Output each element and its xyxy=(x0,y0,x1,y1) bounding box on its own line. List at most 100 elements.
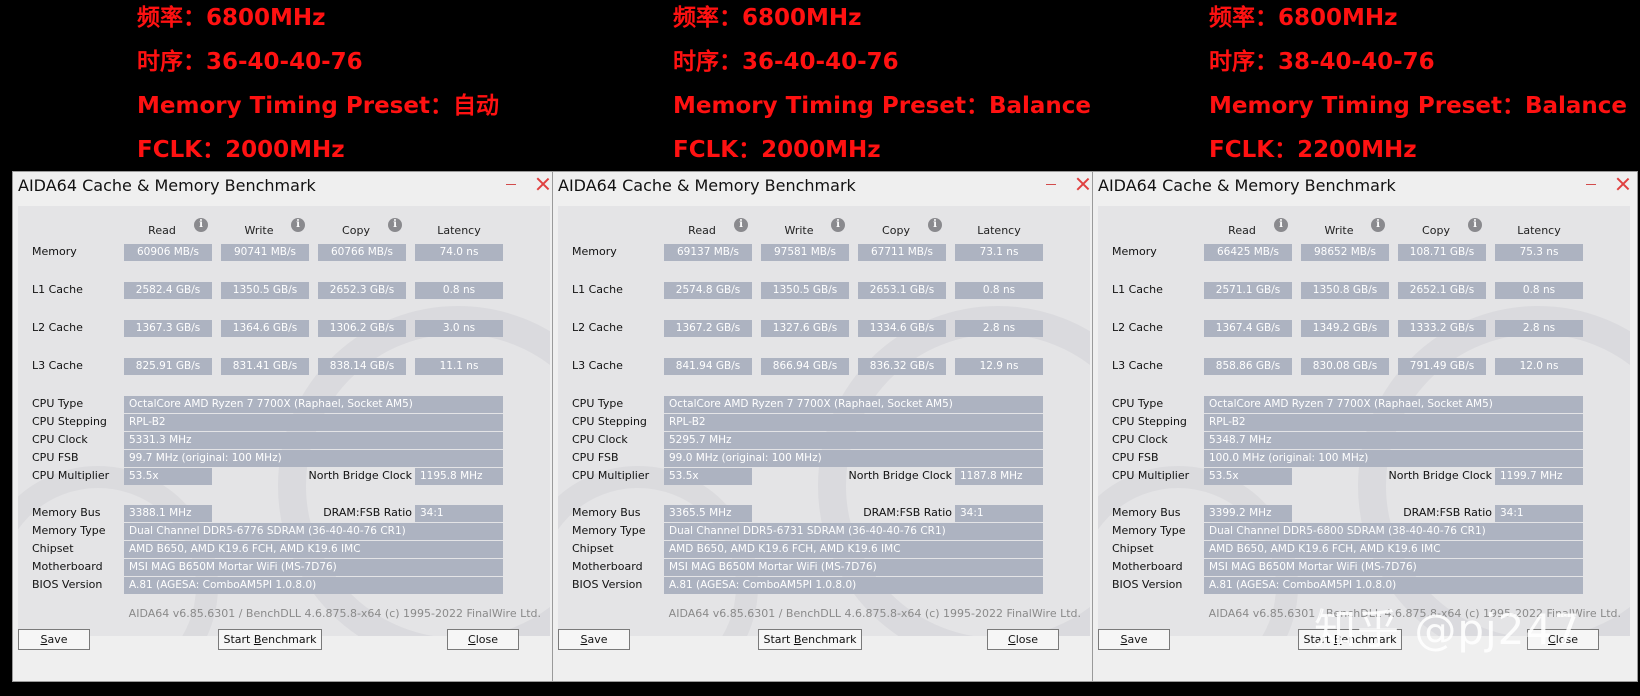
bios-version-label: BIOS Version xyxy=(1112,578,1183,591)
memory-type-label: Memory Type xyxy=(572,524,646,537)
close-window-button[interactable] xyxy=(1614,174,1632,194)
copy-column-header: Copy xyxy=(882,224,910,237)
north-bridge-clock-label: North Bridge Clock xyxy=(848,469,952,482)
l1-cache-copy-value: 2653.1 GB/s xyxy=(858,282,946,299)
timing-label: 时序：38-40-40-76 xyxy=(1209,49,1435,75)
l1-cache-copy-value: 2652.3 GB/s xyxy=(318,282,406,299)
save-button[interactable]: Save xyxy=(558,629,630,650)
l3-cache-latency-value: 12.9 ns xyxy=(955,358,1043,375)
cpu-fsb-value: 99.7 MHz (original: 100 MHz) xyxy=(124,450,503,467)
cpu-stepping-label: CPU Stepping xyxy=(1112,415,1187,428)
close-button[interactable]: Close xyxy=(447,629,519,650)
memory-write-value: 97581 MB/s xyxy=(761,244,849,261)
minimize-button[interactable] xyxy=(505,176,519,194)
l1-cache-label: L1 Cache xyxy=(572,283,623,296)
info-icon[interactable]: i xyxy=(1468,218,1482,232)
memory-copy-value: 108.71 GB/s xyxy=(1398,244,1486,261)
copy-column-header: Copy xyxy=(342,224,370,237)
info-icon[interactable]: i xyxy=(1371,218,1385,232)
l1-cache-label: L1 Cache xyxy=(32,283,83,296)
l3-cache-write-value: 830.08 GB/s xyxy=(1301,358,1389,375)
chipset-value: AMD B650, AMD K19.6 FCH, AMD K19.6 IMC xyxy=(124,541,503,558)
cpu-stepping-value: RPL-B2 xyxy=(1204,414,1583,431)
minimize-button[interactable] xyxy=(1045,176,1059,194)
close-button-label: lose xyxy=(1015,633,1038,646)
latency-column-header: Latency xyxy=(437,224,481,237)
copy-column-header: Copy xyxy=(1422,224,1450,237)
title-bar[interactable]: AIDA64 Cache & Memory Benchmark xyxy=(1093,172,1637,202)
cpu-stepping-value: RPL-B2 xyxy=(124,414,503,431)
bios-version-label: BIOS Version xyxy=(572,578,643,591)
close-window-button[interactable] xyxy=(534,174,552,194)
north-bridge-clock-value: 1195.8 MHz xyxy=(415,468,503,485)
l2-cache-read-value: 1367.4 GB/s xyxy=(1204,320,1292,337)
north-bridge-clock-value: 1199.7 MHz xyxy=(1495,468,1583,485)
chipset-label: Chipset xyxy=(1112,542,1154,555)
memory-bus-value: 3365.5 MHz xyxy=(664,505,752,522)
read-column-header: Read xyxy=(148,224,176,237)
bios-version-value: A.81 (AGESA: ComboAM5PI 1.0.8.0) xyxy=(664,577,1043,594)
minimize-button[interactable] xyxy=(1585,176,1599,194)
l1-cache-latency-value: 0.8 ns xyxy=(415,282,503,299)
fclk-label: FCLK：2200MHz xyxy=(1209,137,1417,163)
l2-cache-copy-value: 1306.2 GB/s xyxy=(318,320,406,337)
l1-cache-write-value: 1350.8 GB/s xyxy=(1301,282,1389,299)
info-icon[interactable]: i xyxy=(1274,218,1288,232)
cpu-fsb-label: CPU FSB xyxy=(572,451,619,464)
memory-bus-label: Memory Bus xyxy=(572,506,641,519)
frequency-label: 频率：6800MHz xyxy=(1209,5,1398,31)
info-icon[interactable]: i xyxy=(831,218,845,232)
info-icon[interactable]: i xyxy=(388,218,402,232)
memory-label: Memory xyxy=(32,245,77,258)
title-bar[interactable]: AIDA64 Cache & Memory Benchmark xyxy=(553,172,1097,202)
dram-fsb-ratio-value: 34:1 xyxy=(955,505,1043,522)
title-bar[interactable]: AIDA64 Cache & Memory Benchmark xyxy=(13,172,557,202)
l3-cache-read-value: 858.86 GB/s xyxy=(1204,358,1292,375)
l2-cache-label: L2 Cache xyxy=(572,321,623,334)
info-icon[interactable]: i xyxy=(734,218,748,232)
save-button[interactable]: Save xyxy=(1098,629,1170,650)
info-icon[interactable]: i xyxy=(194,218,208,232)
cpu-type-label: CPU Type xyxy=(32,397,84,410)
write-column-header: Write xyxy=(244,224,274,237)
close-button-label: lose xyxy=(475,633,498,646)
benchmark-window: AIDA64 Cache & Memory Benchmark Read i Writ… xyxy=(12,171,558,682)
cpu-multiplier-label: CPU Multiplier xyxy=(572,469,650,482)
l1-cache-read-value: 2582.4 GB/s xyxy=(124,282,212,299)
memory-bus-label: Memory Bus xyxy=(1112,506,1181,519)
dram-fsb-ratio-label: DRAM:FSB Ratio xyxy=(1403,506,1492,519)
memory-write-value: 90741 MB/s xyxy=(221,244,309,261)
save-button[interactable]: Save xyxy=(18,629,90,650)
memory-type-value: Dual Channel DDR5-6800 SDRAM (38-40-40-7… xyxy=(1204,523,1583,540)
l2-cache-latency-value: 3.0 ns xyxy=(415,320,503,337)
results-panel: Read i Write i Copy i Latency Memory 69137 MB/s 9… xyxy=(558,206,1090,636)
cpu-stepping-label: CPU Stepping xyxy=(32,415,107,428)
motherboard-label: Motherboard xyxy=(572,560,643,573)
config-header-1: 频率：6800MHz 时序：36-40-40-76 Memory Timing … xyxy=(137,0,657,168)
chipset-label: Chipset xyxy=(572,542,614,555)
cpu-fsb-value: 99.0 MHz (original: 100 MHz) xyxy=(664,450,1043,467)
start-benchmark-button[interactable]: Start Benchmark xyxy=(758,629,862,650)
start-benchmark-label: Start xyxy=(763,633,794,646)
l3-cache-label: L3 Cache xyxy=(32,359,83,372)
cpu-multiplier-value: 53.5x xyxy=(1204,468,1292,485)
l3-cache-write-value: 866.94 GB/s xyxy=(761,358,849,375)
info-icon[interactable]: i xyxy=(291,218,305,232)
close-window-button[interactable] xyxy=(1074,174,1092,194)
bios-version-value: A.81 (AGESA: ComboAM5PI 1.0.8.0) xyxy=(1204,577,1583,594)
motherboard-label: Motherboard xyxy=(1112,560,1183,573)
config-header-3: 频率：6800MHz 时序：38-40-40-76 Memory Timing … xyxy=(1209,0,1640,168)
timing-preset-label: Memory Timing Preset：Balance xyxy=(673,93,1092,119)
save-button-label: ave xyxy=(587,633,608,646)
bios-version-value: A.81 (AGESA: ComboAM5PI 1.0.8.0) xyxy=(124,577,503,594)
timing-preset-label: Memory Timing Preset：Balance xyxy=(1209,93,1628,119)
start-benchmark-button[interactable]: Start Benchmark xyxy=(218,629,322,650)
window-title: AIDA64 Cache & Memory Benchmark xyxy=(1098,176,1396,195)
memory-bus-value: 3388.1 MHz xyxy=(124,505,212,522)
l3-cache-label: L3 Cache xyxy=(1112,359,1163,372)
l3-cache-read-value: 841.94 GB/s xyxy=(664,358,752,375)
memory-copy-value: 67711 MB/s xyxy=(858,244,946,261)
start-benchmark-label-rest: enchmark xyxy=(801,633,857,646)
info-icon[interactable]: i xyxy=(928,218,942,232)
close-button[interactable]: Close xyxy=(987,629,1059,650)
